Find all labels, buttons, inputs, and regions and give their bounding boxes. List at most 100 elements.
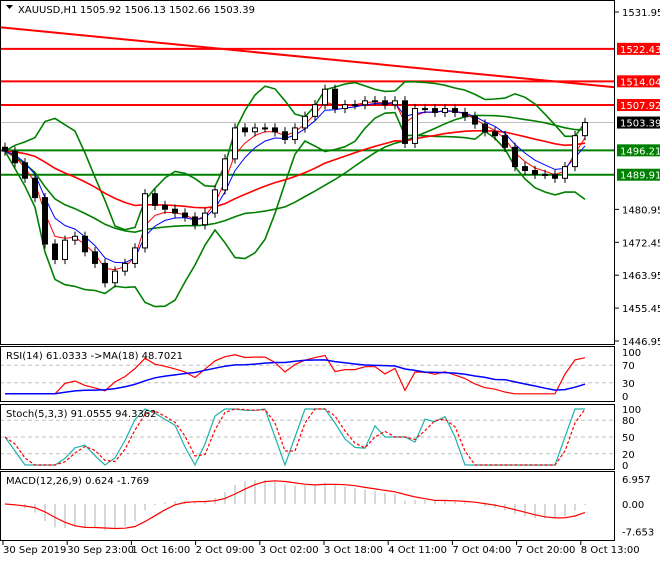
candle-bear	[503, 136, 508, 148]
candle-bear	[243, 128, 248, 132]
candle-bull	[393, 101, 398, 105]
rsi-tick: 0	[622, 392, 628, 403]
candle-bear	[153, 194, 158, 206]
candle-bull	[73, 236, 78, 240]
macd-tick: 0.00	[622, 500, 644, 511]
candle-bull	[113, 271, 118, 283]
price-tick-label: 1480.95	[622, 205, 660, 216]
candle-bear	[463, 112, 468, 116]
candle-bull	[143, 194, 148, 248]
candle-bull	[253, 128, 258, 132]
candle-bull	[543, 174, 548, 175]
stoch-tick: 20	[622, 450, 635, 461]
trendline	[0, 27, 615, 87]
candle-bear	[553, 174, 558, 178]
candle-bull	[313, 105, 318, 117]
price-panel[interactable]	[0, 27, 615, 306]
candle-bull	[223, 159, 228, 190]
candle-bull	[133, 248, 138, 263]
dropdown-triangle-icon[interactable]	[6, 5, 13, 9]
ohlc-values: 1505.92 1506.13 1502.66 1503.39	[80, 5, 255, 16]
candle-bear	[183, 213, 188, 217]
candle-bull	[233, 128, 238, 159]
candle-bear	[403, 101, 408, 144]
candle-bull	[443, 109, 448, 113]
time-label: 3 Oct 18:00	[324, 545, 383, 556]
level-badge-label: 1489.91	[620, 171, 660, 182]
candle-bear	[43, 198, 48, 244]
level-badge-label: 1507.92	[620, 101, 660, 112]
level-badge-label: 1514.04	[620, 77, 660, 88]
chart-header: XAUUSD,H1 1505.92 1506.13 1502.66 1503.3…	[6, 5, 255, 16]
candle-bear	[83, 236, 88, 251]
trading-chart[interactable]: 1531.95 1480.95 1472.45 1463.95 1455.45 1446.…	[0, 0, 660, 560]
macd-tick: -7.653	[622, 528, 654, 539]
time-label: 7 Oct 20:00	[517, 545, 576, 556]
candle-bear	[453, 109, 458, 113]
candle-bear	[193, 217, 198, 225]
current-price-label: 1503.39	[620, 119, 660, 130]
rsi-tick: 100	[622, 348, 641, 359]
rsi-label: RSI(14) 61.0333 ->MA(18) 48.7021	[6, 351, 183, 362]
candle-bull	[573, 136, 578, 167]
stoch-tick: 80	[622, 416, 635, 427]
candle-bear	[103, 263, 108, 282]
candle-bull	[353, 105, 358, 106]
candle-bear	[523, 167, 528, 171]
macd-label: MACD(12,26,9) 0.624 -1.769	[6, 476, 149, 487]
candle-bull	[263, 128, 268, 129]
candle-bear	[13, 151, 18, 163]
candle-bull	[303, 116, 308, 128]
candle-bear	[283, 132, 288, 140]
symbol-label: XAUUSD,H1	[18, 5, 77, 16]
candle-bear	[383, 101, 388, 105]
candle-bear	[53, 244, 58, 259]
axes: 1531.95 1480.95 1472.45 1463.95 1455.45 1446.…	[1, 1, 660, 557]
time-label: 1 Oct 16:00	[131, 545, 190, 556]
stoch-tick: 0	[622, 461, 628, 472]
candle-bull	[63, 240, 68, 259]
candle-bull	[323, 89, 328, 104]
candle-bear	[483, 124, 488, 132]
price-tick-label: 1531.95	[622, 8, 660, 19]
level-badge-label: 1496.21	[620, 146, 660, 157]
stoch-label: Stoch(5,3,3) 91.0555 94.3362	[6, 409, 157, 420]
price-tick-label: 1455.45	[622, 304, 660, 315]
price-tick-label: 1463.95	[622, 271, 660, 282]
candle-bear	[93, 252, 98, 264]
candle-bear	[163, 205, 168, 209]
rsi-tick: 70	[622, 361, 635, 372]
candle-bear	[273, 128, 278, 132]
candle-bull	[423, 109, 428, 110]
candle-bull	[563, 167, 568, 179]
price-tick-label: 1446.95	[622, 337, 660, 348]
time-label: 3 Oct 02:00	[260, 545, 319, 556]
candle-bear	[493, 132, 498, 136]
macd-tick: 6.957	[622, 475, 651, 486]
candle-bear	[3, 147, 8, 151]
stoch-tick: 100	[622, 405, 641, 416]
level-badge-label: 1522.43	[620, 45, 660, 56]
rsi-tick: 30	[622, 379, 635, 390]
time-label: 4 Oct 11:00	[388, 545, 447, 556]
indicator-panels	[0, 355, 615, 530]
candle-bull	[413, 109, 418, 144]
candle-bear	[513, 147, 518, 166]
candle-bull	[583, 123, 588, 136]
price-tick-label: 1472.45	[622, 238, 660, 249]
time-label: 30 Sep 23:00	[67, 545, 134, 556]
time-label: 8 Oct 13:00	[581, 545, 640, 556]
candle-bull	[363, 101, 368, 105]
candle-bear	[473, 116, 478, 124]
candle-bear	[433, 109, 438, 113]
time-label: 7 Oct 04:00	[452, 545, 511, 556]
candle-bull	[213, 190, 218, 213]
time-label: 2 Oct 09:00	[196, 545, 255, 556]
candle-bull	[293, 128, 298, 140]
candle-bull	[203, 213, 208, 225]
candle-bull	[343, 105, 348, 109]
candle-bull	[373, 101, 378, 102]
stoch-tick: 50	[622, 433, 635, 444]
candle-bear	[533, 171, 538, 175]
candle-bear	[173, 209, 178, 213]
